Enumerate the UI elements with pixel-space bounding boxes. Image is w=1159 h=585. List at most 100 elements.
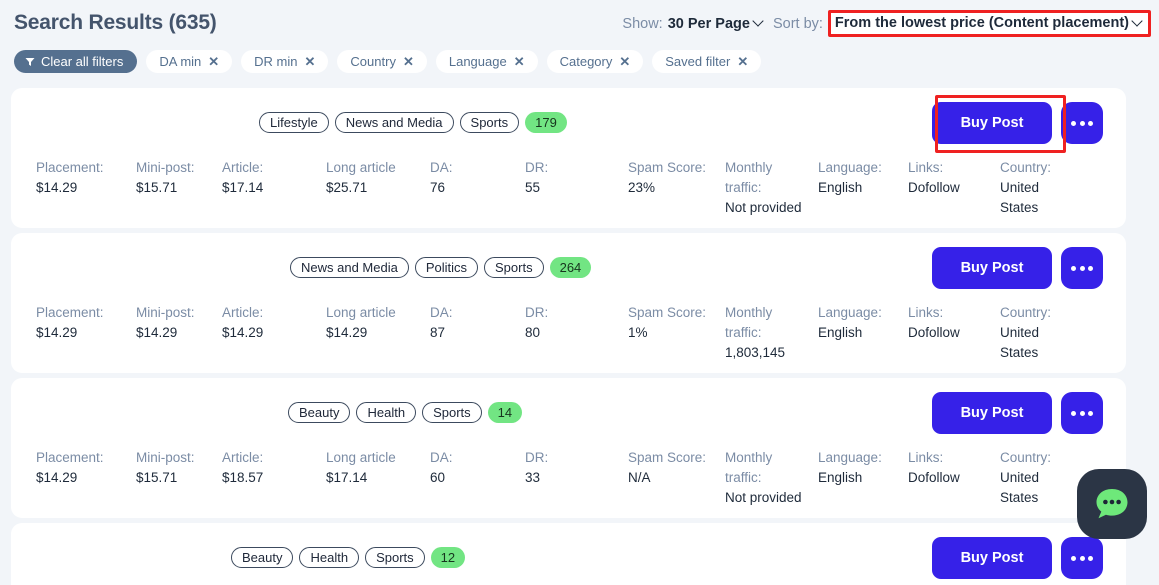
metric-label: Language: — [818, 450, 882, 465]
metric-label: Links: — [908, 305, 944, 320]
filter-chip-language[interactable]: Language ✕ — [435, 50, 538, 73]
filter-chip-label: Language — [448, 54, 507, 69]
metric-value: Not provided — [725, 200, 802, 215]
dot — [1088, 555, 1093, 561]
metric-dr: DR: 33 — [525, 448, 628, 508]
buy-post-button[interactable]: Buy Post — [932, 247, 1052, 289]
metric-label: Article: — [222, 160, 264, 175]
list-controls: Show: 30 Per Page Sort by: From the lowe… — [622, 10, 1151, 37]
category-tag[interactable]: News and Media — [334, 112, 454, 133]
category-count-badge[interactable]: 179 — [525, 112, 567, 133]
metric-label: Country: — [1000, 450, 1052, 465]
result-card[interactable]: Lifestyle News and Media Sports 179 Buy Post… — [11, 88, 1126, 228]
category-tag[interactable]: Lifestyle — [259, 112, 329, 133]
category-tag[interactable]: Beauty — [231, 547, 294, 568]
filter-chip-label: Category — [559, 54, 613, 69]
buy-post-button[interactable]: Buy Post — [932, 392, 1052, 434]
category-tag[interactable]: Beauty — [288, 402, 351, 423]
close-icon[interactable]: ✕ — [514, 55, 525, 68]
dot — [1071, 265, 1076, 271]
close-icon[interactable]: ✕ — [619, 55, 630, 68]
metric-value: Dofollow — [908, 325, 960, 340]
card-actions: Buy Post — [932, 537, 1103, 579]
more-options-button[interactable] — [1061, 102, 1103, 144]
metric-country: Country: United States — [1000, 158, 1070, 218]
filter-chip-dr-min[interactable]: DR min ✕ — [241, 50, 329, 73]
category-tag[interactable]: News and Media — [290, 257, 409, 278]
metric-label: Country: — [1000, 305, 1052, 320]
chat-widget-button[interactable] — [1077, 469, 1147, 539]
metric-dr: DR: 80 — [525, 303, 628, 363]
result-card[interactable]: Beauty Health Sports 14 Buy Post Placement: $1… — [11, 378, 1126, 518]
show-per-page-control[interactable]: Show: 30 Per Page — [622, 16, 763, 32]
metric-label: Country: — [1000, 160, 1052, 175]
category-tag[interactable]: Sports — [422, 402, 482, 423]
metric-value: 76 — [430, 180, 446, 195]
metric-value: 23% — [628, 180, 656, 195]
metric-label: Placement: — [36, 160, 104, 175]
sort-by-dropdown[interactable]: From the lowest price (Content placement… — [827, 10, 1151, 37]
metric-mini_post: Mini-post: $15.71 — [136, 448, 222, 508]
metric-value: $14.29 — [36, 470, 78, 485]
category-count-badge[interactable]: 14 — [487, 402, 523, 423]
category-count-badge[interactable]: 264 — [549, 257, 592, 278]
close-icon[interactable]: ✕ — [208, 55, 219, 68]
metric-placement: Placement: $14.29 — [36, 158, 136, 218]
metric-article: Article: $14.29 — [222, 303, 326, 363]
metric-da: DA: 60 — [430, 448, 525, 508]
more-options-button[interactable] — [1061, 392, 1103, 434]
buy-post-button[interactable]: Buy Post — [932, 102, 1052, 144]
show-per-page-dropdown[interactable]: 30 Per Page — [668, 16, 763, 32]
category-tag[interactable]: Health — [299, 547, 360, 568]
metric-label: DR: — [525, 305, 549, 320]
sort-by-value-wrap: From the lowest price (Content placement… — [835, 15, 1142, 31]
metric-country: Country: United States — [1000, 303, 1070, 363]
result-card[interactable]: News and Media Politics Sports 264 Buy Post P… — [11, 233, 1126, 373]
card-actions: Buy Post — [932, 247, 1103, 289]
page-title: Search Results (635) — [14, 11, 217, 34]
metric-language: Language: English — [818, 303, 908, 363]
metric-value: English — [818, 325, 863, 340]
dot — [1088, 120, 1093, 126]
filter-chip-category[interactable]: Category ✕ — [546, 50, 644, 73]
filter-chip-saved-filter[interactable]: Saved filter ✕ — [652, 50, 762, 73]
clear-all-filters-label: Clear all filters — [41, 54, 124, 69]
filter-chip-da-min[interactable]: DA min ✕ — [146, 50, 233, 73]
metric-value: United States — [1000, 325, 1040, 360]
filter-chip-country[interactable]: Country ✕ — [337, 50, 427, 73]
category-tag[interactable]: Sports — [484, 257, 544, 278]
metric-article: Article: $18.57 — [222, 448, 326, 508]
metrics-row: Placement: $14.29 Mini-post: $15.71 Article:… — [36, 158, 1106, 218]
clear-all-filters-button[interactable]: Clear all filters — [14, 50, 138, 73]
metric-value: $18.57 — [222, 470, 264, 485]
category-tag[interactable]: Sports — [459, 112, 520, 133]
metric-value: $14.29 — [36, 180, 78, 195]
metric-value: United States — [1000, 180, 1040, 215]
metric-placement: Placement: $14.29 — [36, 448, 136, 508]
close-icon[interactable]: ✕ — [305, 55, 316, 68]
metric-value: English — [818, 180, 863, 195]
metric-value: $15.71 — [136, 180, 178, 195]
category-count-badge[interactable]: 12 — [430, 547, 466, 568]
close-icon[interactable]: ✕ — [403, 55, 414, 68]
metric-traffic: Monthly traffic: Not provided — [725, 158, 818, 218]
metric-label: Placement: — [36, 305, 104, 320]
metrics-row: Placement: $14.29 Mini-post: $15.71 Article:… — [36, 448, 1106, 508]
result-card[interactable]: Beauty Health Sports 12 Buy Post — [11, 523, 1126, 585]
metric-value: $17.14 — [326, 470, 368, 485]
chevron-down-icon — [754, 17, 763, 26]
close-icon[interactable]: ✕ — [737, 55, 748, 68]
metric-traffic: Monthly traffic: 1,803,145 — [725, 303, 818, 363]
metric-label: Spam Score: — [628, 305, 707, 320]
category-tag[interactable]: Sports — [365, 547, 425, 568]
buy-post-button[interactable]: Buy Post — [932, 537, 1052, 579]
metric-label: Monthly traffic: — [725, 450, 773, 485]
category-tag-group: Lifestyle News and Media Sports 179 — [259, 112, 567, 133]
category-tag[interactable]: Health — [356, 402, 417, 423]
category-tag[interactable]: Politics — [414, 257, 479, 278]
metric-long_article: Long article $14.29 — [326, 303, 430, 363]
more-options-button[interactable] — [1061, 247, 1103, 289]
metric-label: Monthly traffic: — [725, 160, 773, 195]
more-options-button[interactable] — [1061, 537, 1103, 579]
dot — [1071, 555, 1076, 561]
